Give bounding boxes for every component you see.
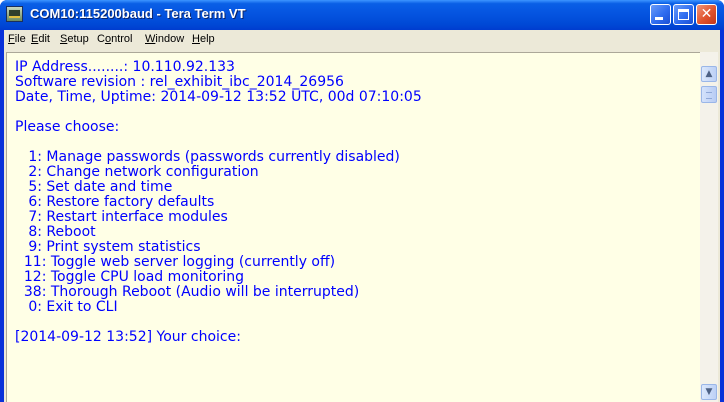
scroll-up-button[interactable]: ▲: [701, 66, 717, 82]
menu-option-5: 5: Set date and time: [15, 179, 173, 195]
menu-option-38: 38: Thorough Reboot (Audio will be inter…: [15, 284, 360, 300]
menu-option-7: 7: Restart interface modules: [15, 209, 228, 225]
terminal-line-date-time-uptime: Date, Time, Uptime: 2014-09-12 13:52 UTC…: [15, 89, 422, 105]
menu-edit[interactable]: Edit: [31, 33, 50, 45]
terminal-line-software-revision: Software revision : rel_exhibit_ibc_2014…: [15, 74, 344, 90]
menu-option-12: 12: Toggle CPU load monitoring: [15, 269, 245, 285]
minimize-icon: [655, 17, 663, 20]
scroll-down-button[interactable]: ▼: [701, 384, 717, 400]
menu-help[interactable]: Help: [192, 33, 215, 45]
menu-setup[interactable]: Setup: [60, 33, 89, 45]
menu-window[interactable]: Window: [145, 33, 184, 45]
terminal-prompt: [2014-09-12 13:52] Your choice:: [15, 329, 241, 345]
menu-option-0: 0: Exit to CLI: [15, 299, 118, 315]
minimize-button[interactable]: [650, 4, 671, 25]
teraterm-app-icon[interactable]: [6, 6, 23, 22]
close-icon: ✕: [700, 6, 713, 22]
terminal-screen[interactable]: IP Address........: 10.110.92.133 Softwa…: [6, 52, 700, 402]
menu-option-8: 8: Reboot: [15, 224, 96, 240]
menu-option-2: 2: Change network configuration: [15, 164, 259, 180]
arrow-up-icon: ▲: [705, 69, 713, 79]
menu-option-6: 6: Restore factory defaults: [15, 194, 215, 210]
menu-control[interactable]: Control: [97, 33, 132, 45]
client-area: IP Address........: 10.110.92.133 Softwa…: [4, 50, 720, 402]
terminal-line-ip-address: IP Address........: 10.110.92.133: [15, 59, 235, 75]
terminal-line-please-choose: Please choose:: [15, 119, 120, 135]
menu-bar: File Edit Setup Control Window Help: [4, 30, 720, 50]
menu-option-11: 11: Toggle web server logging (currently…: [15, 254, 336, 270]
vertical-scrollbar[interactable]: ▲ ▼: [700, 52, 718, 402]
menu-file[interactable]: File: [8, 33, 26, 45]
close-button[interactable]: ✕: [696, 4, 717, 25]
window-title: COM10:115200baud - Tera Term VT: [30, 6, 246, 21]
menu-option-9: 9: Print system statistics: [15, 239, 201, 255]
teraterm-window: COM10:115200baud - Tera Term VT ✕ File E…: [0, 0, 724, 402]
maximize-icon: [678, 9, 689, 20]
menu-option-1: 1: Manage passwords (passwords currently…: [15, 149, 400, 165]
arrow-down-icon: ▼: [705, 387, 713, 397]
scrollbar-thumb[interactable]: [701, 86, 717, 103]
title-bar[interactable]: COM10:115200baud - Tera Term VT ✕: [0, 0, 724, 30]
maximize-button[interactable]: [673, 4, 694, 25]
